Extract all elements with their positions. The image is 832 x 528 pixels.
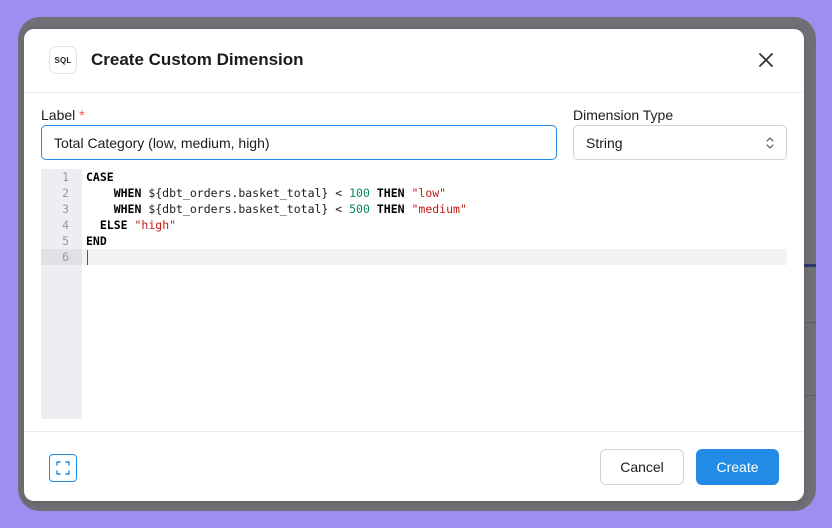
code-token-str: "high" (134, 218, 177, 232)
code-line: 4 ELSE "high" (41, 217, 787, 233)
close-icon (759, 53, 773, 67)
sql-badge-icon: SQL (49, 46, 77, 74)
code-text: WHEN ${dbt_orders.basket_total} < 500 TH… (86, 201, 467, 217)
label-field-caption: Label * (41, 107, 85, 123)
modal-footer: Cancel Create (24, 431, 804, 501)
label-input[interactable] (41, 125, 557, 160)
background-divider (802, 264, 816, 267)
code-token-kw: THEN (376, 202, 405, 216)
code-line: 6 (41, 249, 787, 265)
code-token-str: "medium" (411, 202, 467, 216)
code-token-str: "low" (411, 186, 447, 200)
code-token-num: 100 (349, 186, 370, 200)
code-line: 5 END (41, 233, 787, 249)
dimension-type-value: String (586, 134, 623, 151)
code-token-kw: WHEN (113, 186, 142, 200)
line-number: 1 (62, 170, 69, 184)
code-line: 3 WHEN ${dbt_orders.basket_total} < 500 … (41, 201, 787, 217)
background-divider (802, 322, 816, 323)
dimension-type-caption: Dimension Type (573, 107, 674, 123)
code-token: ${dbt_orders.basket_total} < (141, 202, 350, 216)
modal-title: Create Custom Dimension (91, 50, 304, 69)
code-text: CASE (86, 169, 114, 185)
required-mark: * (79, 107, 85, 123)
modal-header: SQL Create Custom Dimension (24, 29, 804, 93)
code-text: ELSE "high" (86, 217, 176, 233)
line-number: 2 (62, 186, 69, 200)
sql-code-editor[interactable]: 1 CASE 2 WHEN ${dbt_orders.basket_total} <… (41, 169, 787, 419)
create-custom-dimension-modal: SQL Create Custom Dimension Label * Dime… (24, 29, 804, 501)
code-line: 2 WHEN ${dbt_orders.basket_total} < 100 … (41, 185, 787, 201)
code-token-kw: ELSE (99, 218, 128, 232)
cancel-button[interactable]: Cancel (600, 449, 684, 485)
code-token-kw: END (86, 234, 107, 248)
code-line: 1 CASE (41, 169, 787, 185)
label-caption-text: Label (41, 107, 76, 123)
create-button[interactable]: Create (696, 449, 779, 485)
code-text: END (86, 233, 107, 249)
code-token-kw: CASE (86, 170, 114, 184)
code-text: WHEN ${dbt_orders.basket_total} < 100 TH… (86, 185, 446, 201)
chevron-up-down-icon (766, 137, 774, 149)
expand-editor-button[interactable] (49, 454, 77, 482)
close-button[interactable] (756, 50, 776, 70)
code-token-kw: WHEN (113, 202, 142, 216)
code-token: ${dbt_orders.basket_total} < (141, 186, 350, 200)
line-number: 6 (41, 249, 82, 265)
text-cursor (87, 250, 88, 265)
code-token-num: 500 (349, 202, 370, 216)
dimension-type-select[interactable]: String (573, 125, 787, 160)
code-token-kw: THEN (376, 186, 405, 200)
line-number: 3 (62, 202, 69, 216)
line-number: 4 (62, 218, 69, 232)
line-number: 5 (62, 234, 69, 248)
background-divider (802, 395, 816, 396)
expand-icon (56, 461, 70, 475)
